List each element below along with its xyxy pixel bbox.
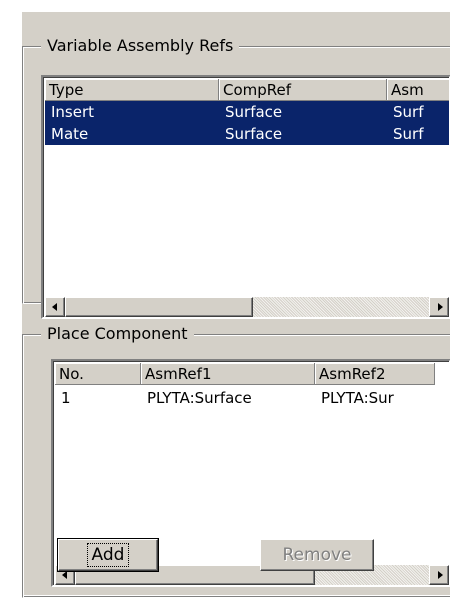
column-header-asmref[interactable]: Asm [387, 79, 449, 101]
variable-assembly-refs-title: Variable Assembly Refs [41, 35, 240, 57]
list-row[interactable]: 1 PLYTA:Surface PLYTA:Sur [55, 387, 449, 409]
scroll-right-button[interactable] [429, 565, 449, 585]
arrow-left-icon [52, 303, 57, 311]
remove-button-label: Remove [282, 545, 352, 565]
add-button[interactable]: Add [57, 538, 159, 572]
cell-asmref: Surf [393, 125, 424, 143]
column-header-asmref2[interactable]: AsmRef2 [315, 363, 435, 385]
cell-asmref1: PLYTA:Surface [147, 389, 252, 407]
scroll-right-button[interactable] [429, 297, 449, 317]
arrow-right-icon [438, 303, 443, 311]
cell-compref: Surface [225, 103, 283, 121]
cell-type: Insert [51, 103, 95, 121]
scroll-thumb[interactable] [65, 297, 253, 317]
scroll-left-button[interactable] [45, 297, 65, 317]
variable-assembly-refs-list[interactable]: Type CompRef Asm Insert Surface Surf Mat… [41, 75, 450, 319]
add-button-label: Add [86, 543, 130, 567]
cell-type: Mate [51, 125, 89, 143]
list-row-mate[interactable]: Mate Surface Surf [45, 123, 449, 145]
cell-compref: Surface [225, 125, 283, 143]
place-component-title: Place Component [41, 323, 194, 345]
remove-button[interactable]: Remove [260, 539, 374, 571]
cell-asmref2: PLYTA:Sur [321, 389, 394, 407]
list-header: Type CompRef Asm [45, 79, 449, 101]
column-header-type[interactable]: Type [45, 79, 219, 101]
list-row-insert[interactable]: Insert Surface Surf [45, 101, 449, 123]
column-header-asmref1[interactable]: AsmRef1 [141, 363, 315, 385]
cell-asmref: Surf [393, 103, 424, 121]
horizontal-scrollbar[interactable] [45, 297, 449, 317]
column-header-no[interactable]: No. [55, 363, 141, 385]
dialog-panel: Variable Assembly Refs Type CompRef Asm … [22, 12, 450, 598]
list-header: No. AsmRef1 AsmRef2 [55, 363, 449, 385]
arrow-left-icon [62, 571, 67, 579]
arrow-right-icon [438, 571, 443, 579]
column-header-compref[interactable]: CompRef [219, 79, 387, 101]
cell-no: 1 [61, 389, 71, 407]
variable-assembly-refs-group: Variable Assembly Refs Type CompRef Asm … [22, 35, 450, 319]
